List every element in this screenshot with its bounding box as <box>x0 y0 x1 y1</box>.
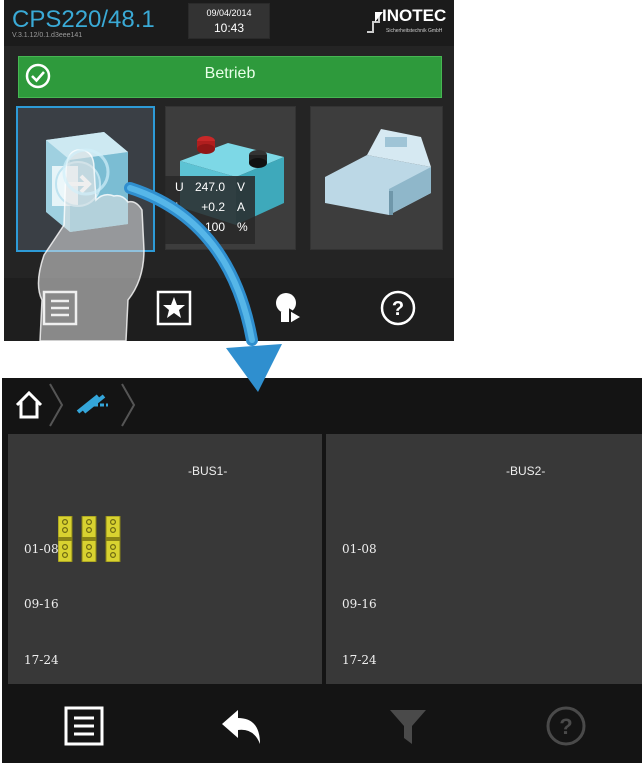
current-label: I <box>175 200 179 214</box>
address-row-label: 01-08 <box>24 542 59 556</box>
menu-icon[interactable] <box>40 288 80 328</box>
bus-overview-screen: -BUS1- 01-08 09-16 17-24 -BUS2- 01-08 09 <box>2 378 642 763</box>
menu-icon[interactable] <box>62 704 106 748</box>
charge-value: 100 <box>204 220 225 234</box>
svg-text:?: ? <box>392 298 404 320</box>
favorite-icon[interactable] <box>154 288 194 328</box>
back-icon[interactable] <box>220 704 264 748</box>
address-row-label: 09-16 <box>24 597 59 611</box>
brand-name: INOTEC <box>382 6 447 25</box>
light-test-icon[interactable] <box>268 288 308 328</box>
top-toolbar: ? <box>4 278 454 341</box>
module-group <box>58 516 128 562</box>
status-bar: Betrieb <box>18 56 442 98</box>
logo-mark-icon <box>367 12 383 33</box>
tile-bus-module[interactable] <box>310 106 443 250</box>
voltage-value: 247.0 <box>194 180 225 194</box>
bus-title: -BUS1- <box>188 464 228 478</box>
module-icon <box>46 132 128 232</box>
device-model: CPS220/48.1 <box>12 6 155 33</box>
home-icon[interactable] <box>12 388 46 422</box>
time-text: 10:43 <box>213 21 245 35</box>
help-icon[interactable]: ? <box>378 288 418 328</box>
current-value: +0.2 <box>201 200 225 214</box>
bus-panel-2[interactable]: -BUS2- 01-08 09-16 17-24 <box>326 434 642 684</box>
bottom-toolbar: ? <box>2 688 642 763</box>
bus-panel-1[interactable]: -BUS1- 01-08 09-16 17-24 <box>8 434 322 684</box>
header: CPS220/48.1 V.3.1.12/0.1.d3eee141 09/04/… <box>4 0 454 46</box>
voltage-row: U 247.0 V <box>165 180 255 198</box>
charge-row: 100 % <box>165 220 255 238</box>
date-text: 09/04/2014 <box>206 8 252 18</box>
datetime-display: 09/04/2014 10:43 <box>188 3 270 39</box>
luminaire-module-icon[interactable] <box>58 516 128 562</box>
address-row-label: 17-24 <box>342 653 377 667</box>
inotec-logo: INOTEC Sicherheitstechnik GmbH <box>364 6 450 40</box>
voltage-label: U <box>175 180 184 194</box>
bus-icon[interactable] <box>74 388 114 422</box>
device-overview-screen: CPS220/48.1 V.3.1.12/0.1.d3eee141 09/04/… <box>4 0 454 341</box>
firmware-version: V.3.1.12/0.1.d3eee141 <box>12 32 83 39</box>
address-row-label: 17-24 <box>24 653 59 667</box>
help-icon[interactable]: ? <box>544 704 588 748</box>
bus-module-icon <box>325 129 431 215</box>
breadcrumb <box>2 378 642 432</box>
filter-icon[interactable] <box>386 704 430 748</box>
breadcrumb-separator-icon <box>49 383 64 427</box>
svg-text:?: ? <box>559 714 572 739</box>
charge-unit: % <box>237 220 248 234</box>
brand-subtitle: Sicherheitstechnik GmbH <box>386 28 443 34</box>
address-row-label: 01-08 <box>342 542 377 556</box>
bus-title: -BUS2- <box>506 464 546 478</box>
tile-module[interactable] <box>16 106 155 252</box>
breadcrumb-separator-icon <box>121 383 136 427</box>
voltage-unit: V <box>237 180 246 194</box>
address-row-label: 09-16 <box>342 597 377 611</box>
status-text: Betrieb <box>204 65 256 82</box>
current-unit: A <box>237 200 246 214</box>
current-row: I +0.2 A <box>165 200 255 218</box>
battery-readout: U 247.0 V I +0.2 A 100 % <box>165 176 255 244</box>
